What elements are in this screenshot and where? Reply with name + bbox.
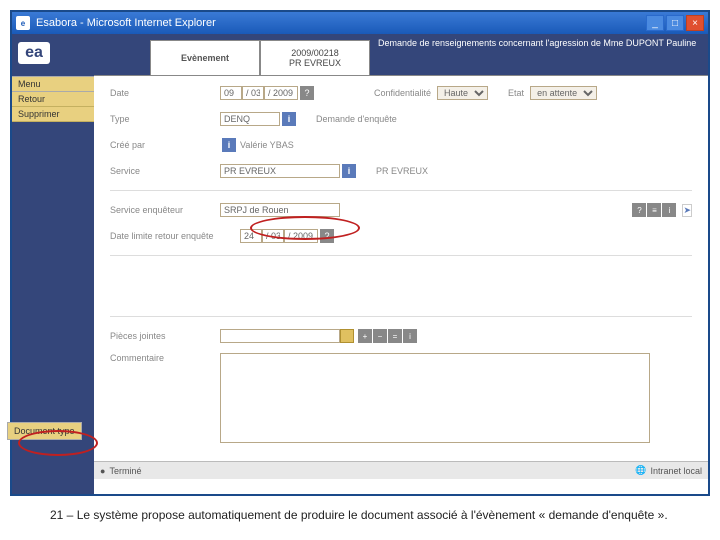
pieces-label: Pièces jointes <box>110 331 220 341</box>
date-month-input[interactable] <box>242 86 264 100</box>
createdby-value: Valérie YBAS <box>240 140 294 150</box>
date-year-input[interactable] <box>264 86 298 100</box>
tab-ref: 2009/00218 <box>291 48 339 58</box>
etat-label: Etat <box>508 88 524 98</box>
service-info-icon[interactable]: i <box>342 164 356 178</box>
comment-textarea[interactable] <box>220 353 650 443</box>
divider <box>110 255 692 256</box>
info-icon[interactable]: i <box>662 203 676 217</box>
date-label: Date <box>110 88 220 98</box>
help-icon[interactable]: ? <box>632 203 646 217</box>
service-desc: PR EVREUX <box>376 166 428 176</box>
minimize-button[interactable]: _ <box>646 15 664 31</box>
maximize-button[interactable]: □ <box>666 15 684 31</box>
service-label: Service <box>110 166 220 176</box>
status-done: ● Terminé <box>100 466 141 476</box>
tab-reference[interactable]: 2009/00218 PR EVREUX <box>260 40 370 75</box>
folder-icon[interactable] <box>340 329 354 343</box>
tab-label: Evènement <box>181 53 229 63</box>
date-limit-day-input[interactable] <box>240 229 262 243</box>
window-title: Esabora - Microsoft Internet Explorer <box>36 17 646 29</box>
minus-icon[interactable]: − <box>373 329 387 343</box>
createdby-label: Créé par <box>110 140 220 150</box>
tab-evenement[interactable]: Evènement <box>150 40 260 75</box>
done-label: Terminé <box>109 466 141 476</box>
date-help-icon[interactable]: ? <box>300 86 314 100</box>
zone-icon: 🌐 <box>635 465 646 476</box>
tab-bar: Evènement 2009/00218 PR EVREUX Demande d… <box>94 34 708 76</box>
type-label: Type <box>110 114 220 124</box>
service-input[interactable] <box>220 164 340 178</box>
sidebar: ea Menu Retour Supprimer Document type <box>12 34 94 494</box>
app-icon: e <box>16 16 30 30</box>
status-zone: 🌐 Intranet local <box>635 465 702 476</box>
sidebar-item-retour[interactable]: Retour <box>12 92 94 107</box>
window-titlebar: e Esabora - Microsoft Internet Explorer … <box>12 12 708 34</box>
info2-icon[interactable]: i <box>403 329 417 343</box>
pieces-actions: + − = i <box>358 329 417 343</box>
send-icon[interactable]: ➤ <box>682 204 692 217</box>
type-desc: Demande d'enquête <box>316 114 397 124</box>
type-info-icon[interactable]: i <box>282 112 296 126</box>
service-enq-actions: ? ≡ i <box>632 203 676 217</box>
conf-select[interactable]: Haute <box>437 86 488 100</box>
done-icon: ● <box>100 466 105 476</box>
close-button[interactable]: × <box>686 15 704 31</box>
service-enq-label: Service enquêteur <box>110 205 220 215</box>
tab-description: Demande de renseignements concernant l'a… <box>370 34 708 75</box>
date-day-input[interactable] <box>220 86 242 100</box>
divider <box>110 190 692 191</box>
etat-select[interactable]: en attente <box>530 86 597 100</box>
eq-icon[interactable]: = <box>388 329 402 343</box>
comment-label: Commentaire <box>110 353 220 363</box>
date-limit-label: Date limite retour enquête <box>110 231 240 241</box>
sidebar-item-supprimer[interactable]: Supprimer <box>12 107 94 122</box>
service-enq-input[interactable] <box>220 203 340 217</box>
type-input[interactable] <box>220 112 280 126</box>
app-logo: ea <box>18 42 50 64</box>
date-limit-month-input[interactable] <box>262 229 284 243</box>
form-panel: Date ? Confidentialité Haute Etat en att… <box>94 76 708 461</box>
document-type-button[interactable]: Document type <box>7 422 82 440</box>
createdby-info-icon[interactable]: i <box>222 138 236 152</box>
caption-text: 21 – Le système propose automatiquement … <box>50 508 670 522</box>
tab-sub: PR EVREUX <box>289 58 341 68</box>
menu-header: Menu <box>12 76 94 92</box>
zone-label: Intranet local <box>650 466 702 476</box>
pieces-input[interactable] <box>220 329 340 343</box>
date-limit-help-icon[interactable]: ? <box>320 229 334 243</box>
conf-label: Confidentialité <box>374 88 431 98</box>
plus-icon[interactable]: + <box>358 329 372 343</box>
content-area: Evènement 2009/00218 PR EVREUX Demande d… <box>94 34 708 494</box>
date-limit-year-input[interactable] <box>284 229 318 243</box>
status-bar: ● Terminé 🌐 Intranet local <box>94 461 708 479</box>
divider <box>110 316 692 317</box>
list-icon[interactable]: ≡ <box>647 203 661 217</box>
